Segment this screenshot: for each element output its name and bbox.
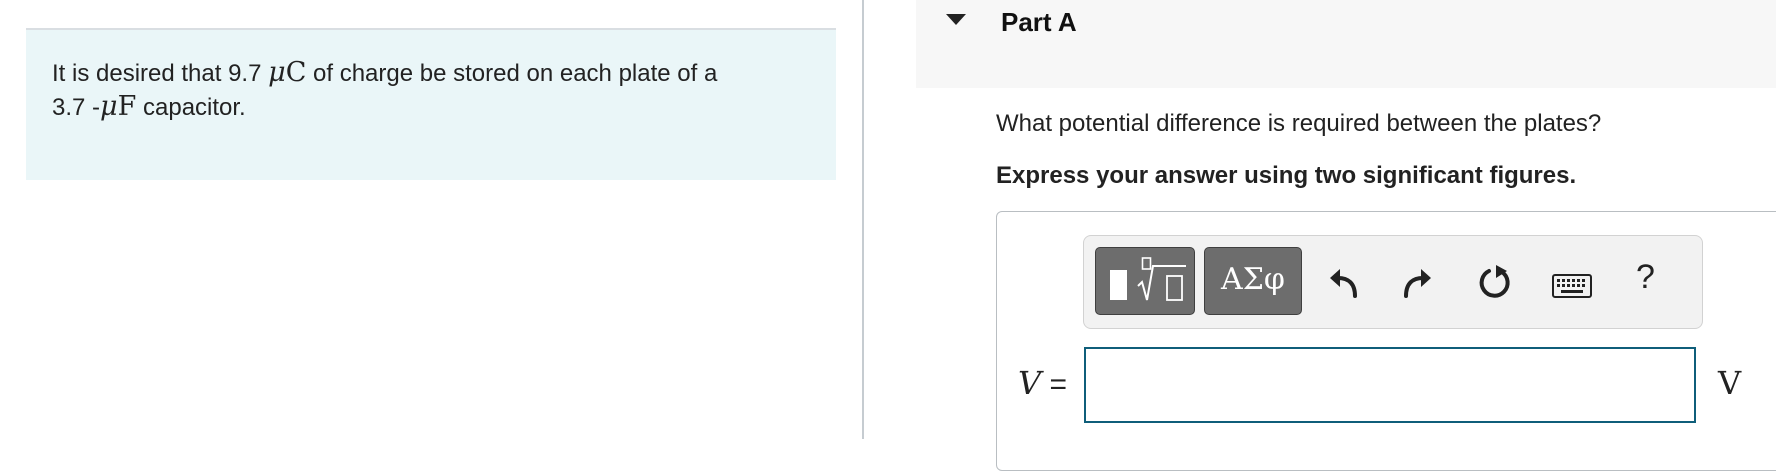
problem-line-1: It is desired that 9.7 μC of charge be s… <box>52 56 810 90</box>
redo-icon <box>1404 269 1431 298</box>
question-text: What potential difference is required be… <box>996 110 1602 137</box>
cap-unit-letter: F <box>117 91 137 122</box>
greek-symbols-button[interactable]: ΑΣφ <box>1204 247 1302 315</box>
redo-button[interactable] <box>1397 263 1437 303</box>
reset-icon <box>1479 265 1510 298</box>
undo-icon <box>1330 269 1357 298</box>
pane-divider[interactable] <box>862 0 864 439</box>
undo-button[interactable] <box>1324 263 1364 303</box>
charge-unit-letter: C <box>285 57 307 88</box>
answer-instruction: Express your answer using two significan… <box>996 162 1577 189</box>
problem-text-2: of charge be stored on each plate of a <box>306 60 718 87</box>
part-header[interactable]: Part A <box>916 0 1776 88</box>
capacitance-unit: μF <box>100 91 136 122</box>
templates-icon <box>1110 257 1186 301</box>
equals-sign: = <box>1041 368 1067 401</box>
help-button[interactable]: ? <box>1636 258 1655 297</box>
problem-text-3: 3.7 - <box>52 94 101 121</box>
problem-statement: It is desired that 9.7 μC of charge be s… <box>26 30 836 180</box>
charge-unit: μC <box>268 57 306 88</box>
problem-line-2: 3.7 -μF capacitor. <box>52 90 810 124</box>
variable-symbol: V <box>1018 364 1042 402</box>
variable-label: V = <box>1018 364 1067 402</box>
math-toolbar: ΑΣφ ? <box>1083 235 1703 329</box>
collapse-caret-icon[interactable] <box>946 14 966 25</box>
answer-input[interactable] <box>1084 347 1696 423</box>
charge-unit-mu: μ <box>268 57 286 88</box>
keyboard-button[interactable] <box>1549 263 1595 303</box>
answer-unit: V <box>1718 364 1742 402</box>
problem-text-1: It is desired that 9.7 <box>52 60 269 87</box>
templates-button[interactable] <box>1095 247 1195 315</box>
cap-unit-mu: μ <box>100 91 118 122</box>
problem-text-4: capacitor. <box>136 94 246 121</box>
part-title: Part A <box>1001 7 1077 37</box>
keyboard-icon <box>1552 274 1592 298</box>
reset-button[interactable] <box>1475 263 1515 303</box>
